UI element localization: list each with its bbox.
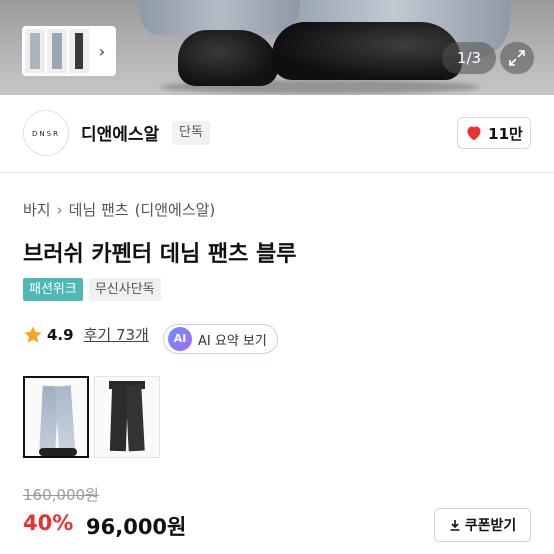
breadcrumb-separator: › bbox=[56, 200, 63, 219]
heart-icon bbox=[467, 126, 481, 141]
chevron-right-icon[interactable]: › bbox=[91, 42, 113, 61]
download-icon bbox=[450, 520, 460, 531]
coupon-label: 쿠폰받기 bbox=[464, 518, 517, 534]
breadcrumb-item-pants[interactable]: 바지 bbox=[23, 199, 51, 220]
color-option-black[interactable] bbox=[94, 376, 160, 458]
rating-score: 4.9 bbox=[47, 325, 74, 344]
like-button[interactable]: 11만 bbox=[457, 117, 531, 149]
brand-logo[interactable]: DNSR bbox=[23, 110, 69, 156]
product-image-hero[interactable]: › 1/3 bbox=[0, 0, 554, 95]
hero-shoe-right bbox=[272, 22, 462, 80]
breadcrumb: 바지 › 데님 팬츠 (디앤에스알) bbox=[23, 199, 215, 220]
breadcrumb-item-denim[interactable]: 데님 팬츠 bbox=[69, 199, 129, 220]
review-link[interactable]: 후기 73개 bbox=[84, 324, 149, 345]
original-price: 160,000원 bbox=[23, 486, 99, 504]
brand-name[interactable]: 디앤에스알 bbox=[81, 120, 159, 145]
ai-summary-button[interactable]: AI AI 요약 보기 bbox=[163, 324, 278, 354]
discount-rate: 40% bbox=[23, 511, 74, 535]
coupon-button[interactable]: 쿠폰받기 bbox=[434, 508, 531, 542]
divider bbox=[0, 172, 554, 173]
star-icon bbox=[24, 326, 42, 343]
shoes bbox=[39, 448, 77, 456]
color-option-blue[interactable] bbox=[23, 376, 89, 458]
thumbnail-strip[interactable]: › bbox=[22, 26, 116, 76]
tag-fashion-week[interactable]: 패션위크 bbox=[23, 278, 83, 301]
like-count: 11만 bbox=[488, 124, 523, 143]
tag-musinsa-exclusive: 무신사단독 bbox=[88, 278, 161, 301]
expand-button[interactable] bbox=[500, 42, 534, 74]
product-title: 브러쉬 카펜터 데님 팬츠 블루 bbox=[23, 242, 297, 267]
breadcrumb-item-brand[interactable]: (디앤에스알) bbox=[135, 199, 216, 220]
ai-summary-label: AI 요약 보기 bbox=[198, 333, 267, 349]
image-counter: 1/3 bbox=[442, 42, 496, 74]
thumbnail-3[interactable] bbox=[69, 29, 89, 73]
sale-price: 96,000원 bbox=[86, 515, 187, 539]
expand-icon bbox=[509, 50, 525, 66]
tag-row: 패션위크 무신사단독 bbox=[23, 278, 161, 301]
rating-row: 4.9 후기 73개 bbox=[23, 324, 149, 345]
exclusive-badge: 단독 bbox=[172, 121, 210, 145]
ai-icon: AI bbox=[168, 327, 192, 351]
hero-shoe-left bbox=[178, 30, 278, 86]
jeans-leg bbox=[54, 385, 76, 453]
thumbnail-1[interactable] bbox=[25, 29, 45, 73]
thumbnail-2[interactable] bbox=[47, 29, 67, 73]
pants-leg bbox=[125, 384, 145, 452]
